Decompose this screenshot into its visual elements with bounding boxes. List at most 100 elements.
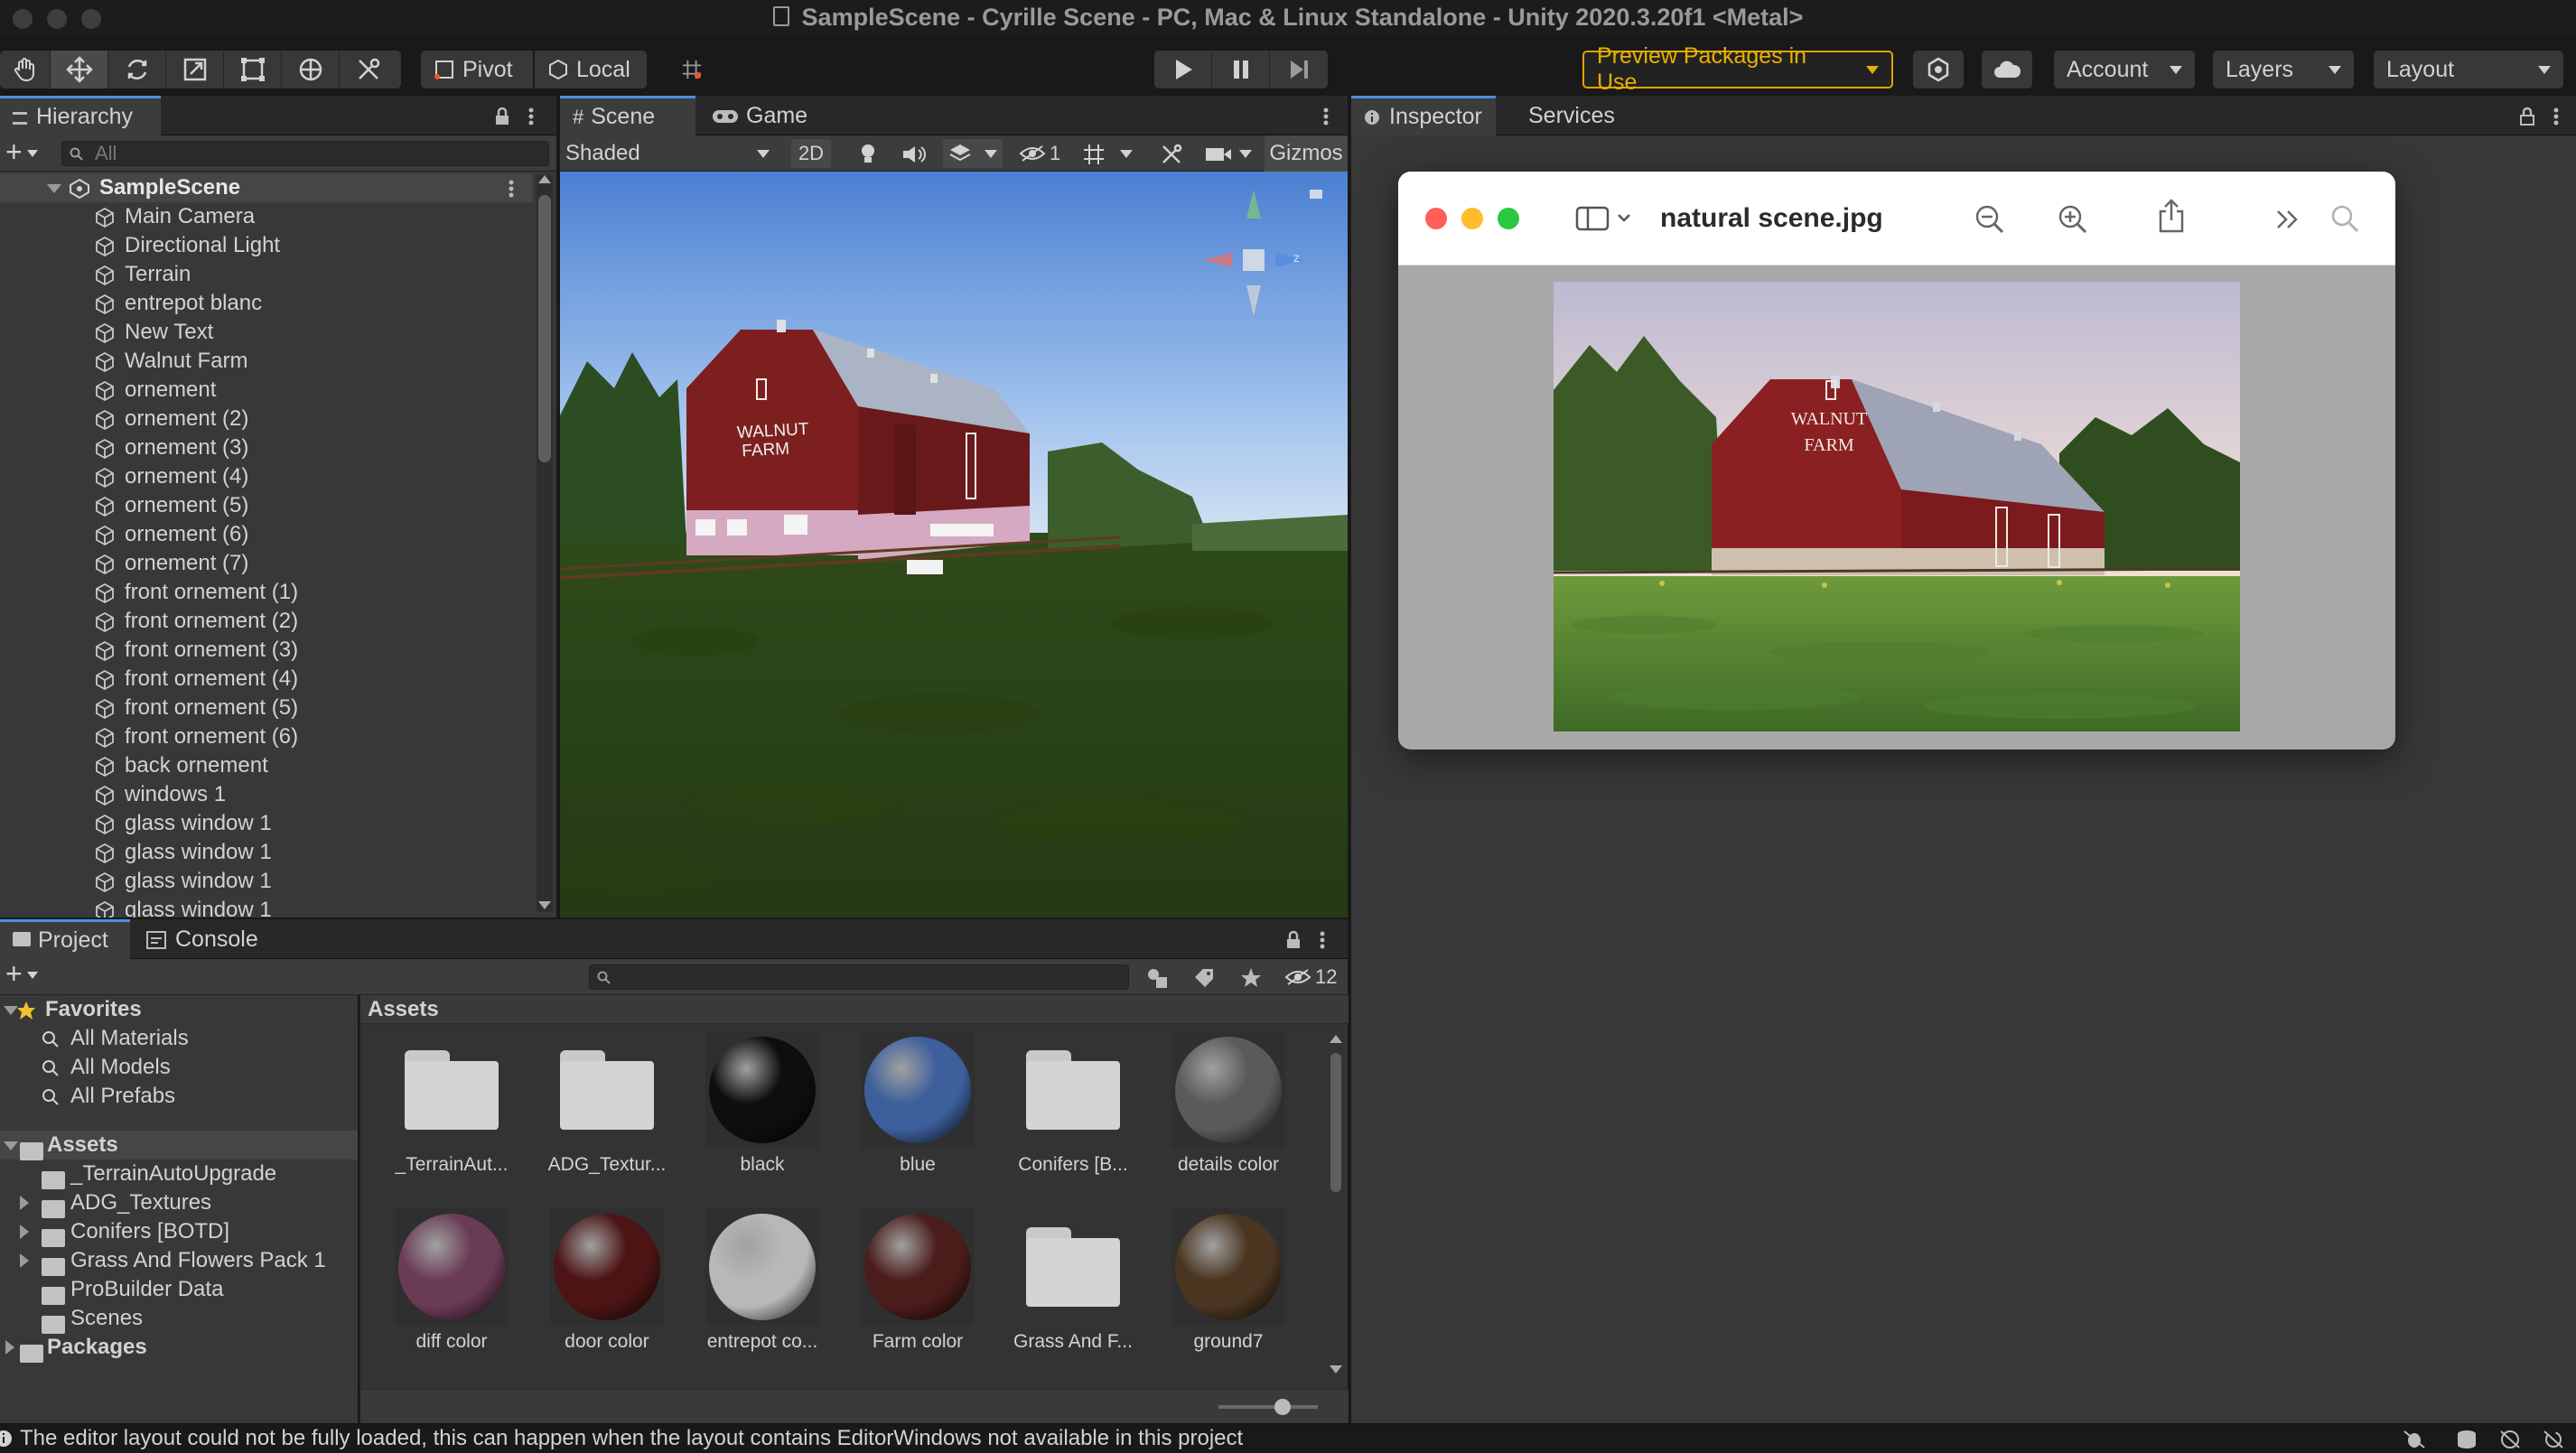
collab-button[interactable]	[1913, 51, 1964, 88]
play-button[interactable]	[1154, 51, 1212, 88]
hierarchy-item[interactable]: Main Camera	[0, 202, 533, 231]
preview-packages-dropdown[interactable]: Preview Packages in Use	[1582, 43, 1893, 95]
asset-folder-tile[interactable]: ADG_Textur...	[539, 1031, 675, 1176]
panel-menu-icon[interactable]	[1322, 107, 1330, 126]
hierarchy-item[interactable]: back ornement	[0, 751, 533, 780]
gizmos-button[interactable]: Gizmos	[1265, 135, 1348, 172]
layers-dropdown[interactable]: Layers	[2213, 51, 2354, 88]
scroll-down-icon[interactable]	[1330, 1365, 1342, 1374]
hierarchy-item[interactable]: Terrain	[0, 260, 533, 289]
favorite-item[interactable]: All Prefabs	[0, 1082, 358, 1111]
favorites-header[interactable]: Favorites	[0, 995, 358, 1024]
effects-dropdown[interactable]	[943, 139, 1003, 168]
pivot-toggle-button[interactable]: Pivot	[421, 51, 533, 88]
hierarchy-item[interactable]: New Text	[0, 318, 533, 347]
chevron-down-icon[interactable]	[27, 150, 38, 157]
grid-scrollbar[interactable]	[1329, 1035, 1343, 1374]
grid-snap-button[interactable]	[674, 51, 710, 88]
account-dropdown[interactable]: Account	[2054, 51, 2195, 88]
asset-folder-item[interactable]: Grass And Flowers Pack 1	[0, 1246, 358, 1276]
asset-folder-item[interactable]: ADG_Textures	[0, 1188, 358, 1218]
hierarchy-item[interactable]: front ornement (1)	[0, 578, 533, 607]
material-asset-tile[interactable]: blue	[850, 1031, 985, 1176]
asset-folder-tile[interactable]: _TerrainAut...	[384, 1031, 519, 1176]
bug-off-icon[interactable]	[2403, 1430, 2426, 1449]
scroll-up-icon[interactable]	[1330, 1035, 1342, 1043]
lock-icon[interactable]	[2518, 107, 2536, 126]
transform-tool-icon[interactable]	[282, 51, 340, 88]
hierarchy-item[interactable]: glass window 1	[0, 838, 533, 867]
move-tool-icon[interactable]	[51, 51, 108, 88]
panel-menu-icon[interactable]	[2553, 107, 2560, 126]
expand-arrow-icon[interactable]	[20, 1225, 29, 1239]
lighting-toggle-icon[interactable]	[858, 143, 878, 166]
step-button[interactable]	[1270, 51, 1328, 88]
hierarchy-item[interactable]: ornement (7)	[0, 549, 533, 578]
favorite-item[interactable]: All Models	[0, 1053, 358, 1082]
panel-menu-icon[interactable]	[1319, 930, 1326, 950]
lock-icon[interactable]	[1310, 190, 1322, 199]
hierarchy-item[interactable]: ornement (4)	[0, 462, 533, 491]
draw-mode-dropdown[interactable]: Shaded	[565, 135, 779, 172]
chevron-down-icon[interactable]	[27, 972, 38, 979]
expand-arrow-icon[interactable]	[4, 1141, 18, 1150]
project-search-input[interactable]	[589, 964, 1129, 990]
hierarchy-item[interactable]: ornement (6)	[0, 520, 533, 549]
packages-row[interactable]: Packages	[0, 1333, 358, 1363]
scale-tool-icon[interactable]	[166, 51, 224, 88]
hidden-packages-toggle[interactable]: 12	[1284, 963, 1344, 992]
asset-folder-tile[interactable]: Conifers [B...	[1005, 1031, 1141, 1176]
hierarchy-item[interactable]: ornement	[0, 376, 533, 405]
scrollbar-thumb[interactable]	[538, 195, 551, 462]
hierarchy-item[interactable]: front ornement (4)	[0, 665, 533, 694]
hierarchy-item[interactable]: ornement (3)	[0, 433, 533, 462]
asset-folder-tile[interactable]: Grass And F...	[1005, 1208, 1141, 1353]
pause-button[interactable]	[1212, 51, 1270, 88]
camera-dropdown[interactable]	[1203, 139, 1257, 168]
hierarchy-item[interactable]: windows 1	[0, 780, 533, 809]
hierarchy-search-input[interactable]: All	[61, 141, 549, 166]
favorite-item[interactable]: All Materials	[0, 1024, 358, 1053]
progress-spinner-icon[interactable]	[2542, 1430, 2565, 1449]
tab-game[interactable]: Game	[699, 96, 826, 135]
material-asset-tile[interactable]: door color	[539, 1208, 675, 1353]
asset-folder-item[interactable]: ProBuilder Data	[0, 1275, 358, 1305]
hierarchy-item[interactable]: glass window 1	[0, 809, 533, 838]
zoom-slider-track[interactable]	[1218, 1405, 1318, 1409]
zoom-window-button[interactable]	[1498, 208, 1519, 229]
material-asset-tile[interactable]: entrepot co...	[695, 1208, 830, 1353]
grid-dropdown[interactable]	[1078, 139, 1138, 168]
tab-hierarchy[interactable]: Hierarchy	[0, 96, 161, 135]
search-by-type-icon[interactable]	[1145, 966, 1169, 990]
tab-scene[interactable]: # Scene	[560, 96, 695, 135]
cloud-button[interactable]	[1982, 51, 2032, 88]
local-toggle-button[interactable]: Local	[535, 51, 647, 88]
custom-tool-icon[interactable]	[340, 51, 397, 88]
close-window-button[interactable]	[1425, 208, 1447, 229]
database-icon[interactable]	[2455, 1430, 2478, 1449]
material-asset-tile[interactable]: details color	[1161, 1031, 1296, 1176]
lock-icon[interactable]	[493, 107, 511, 126]
hand-tool-icon[interactable]	[0, 51, 51, 88]
audio-toggle-icon[interactable]	[901, 144, 927, 164]
material-asset-tile[interactable]: Farm color	[850, 1208, 985, 1353]
material-asset-tile[interactable]: diff color	[384, 1208, 519, 1353]
tools-icon[interactable]	[1160, 143, 1183, 166]
share-icon[interactable]	[2157, 199, 2186, 235]
expand-arrow-icon[interactable]	[20, 1196, 29, 1210]
search-icon[interactable]	[2330, 204, 2359, 233]
expand-arrow-icon[interactable]	[47, 184, 61, 193]
hierarchy-item[interactable]: glass window 1	[0, 896, 533, 917]
expand-arrow-icon[interactable]	[20, 1253, 29, 1268]
scroll-down-icon[interactable]	[538, 901, 551, 909]
scene-viewport[interactable]: WALNUT FARM z	[560, 172, 1348, 917]
hierarchy-item[interactable]: ornement (5)	[0, 491, 533, 520]
panel-menu-icon[interactable]	[527, 107, 535, 126]
status-message[interactable]: The editor layout could not be fully loa…	[20, 1424, 1243, 1453]
sidebar-toggle-button[interactable]	[1575, 204, 1635, 233]
lock-icon[interactable]	[1284, 930, 1302, 950]
more-chevron-icon[interactable]	[2274, 208, 2301, 231]
mode-2d-toggle[interactable]: 2D	[791, 139, 831, 168]
asset-folder-item[interactable]: Conifers [BOTD]	[0, 1217, 358, 1247]
hierarchy-item[interactable]: glass window 1	[0, 867, 533, 896]
